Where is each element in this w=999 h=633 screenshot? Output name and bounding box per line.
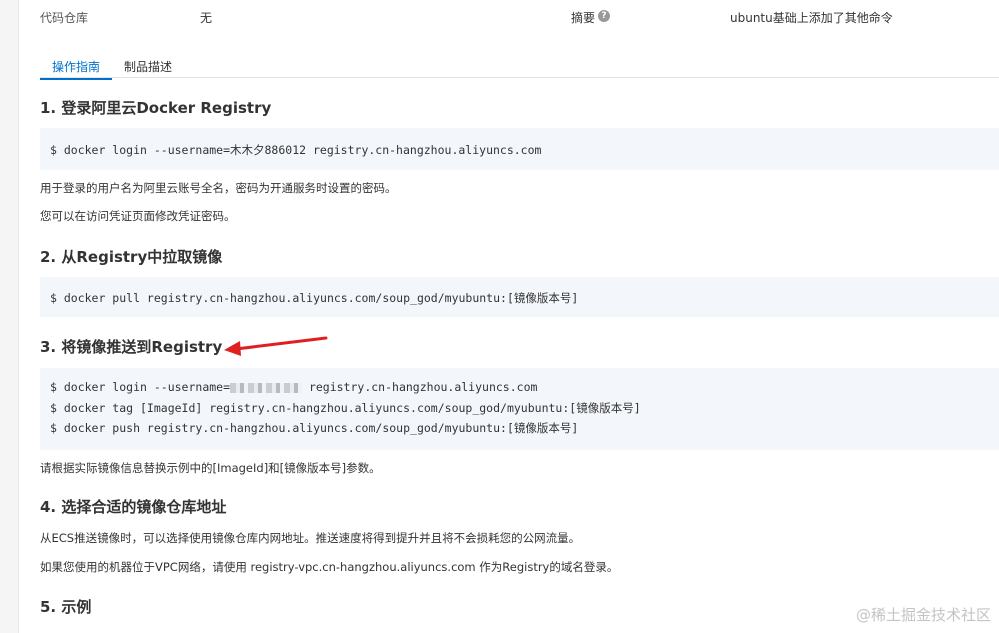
tab-bar: 操作指南 制品描述 [39,55,999,80]
watermark: @稀土掘金技术社区 [855,606,991,624]
code-prefix: $ docker login --username= [50,380,231,394]
code-block-pull: $ docker pull registry.cn-hangzhou.aliyu… [40,277,999,317]
help-icon[interactable]: ? [598,10,610,22]
section-2-title: 2. 从Registry中拉取镜像 [40,248,223,266]
left-rail [0,0,19,633]
note-text: 请根据实际镜像信息替换示例中的[ImageId]和[镜像版本号]参数。 [40,461,381,475]
tab-guide[interactable]: 操作指南 [39,58,113,80]
red-arrow-annotation [224,336,328,356]
section-4-title: 4. 选择合适的镜像仓库地址 [40,498,227,516]
info-row: 代码仓库 无 摘要 ? ubuntu基础上添加了其他命令 [40,9,999,29]
code-line: $ docker pull registry.cn-hangzhou.aliyu… [50,291,579,305]
section-3-title: 3. 将镜像推送到Registry [40,338,223,356]
redacted-username [230,382,303,393]
summary-value: ubuntu基础上添加了其他命令 [730,11,893,25]
tab-description[interactable]: 制品描述 [124,58,172,75]
section-1-title: 1. 登录阿里云Docker Registry [40,99,272,117]
note-text: 从ECS推送镜像时，可以选择使用镜像仓库内网地址。推送速度将得到提升并且将不会损… [40,531,581,545]
note-text: 如果您使用的机器位于VPC网络，请使用 registry-vpc.cn-hang… [40,560,619,574]
code-line: $ docker login --username=木木夕886012 regi… [50,143,542,157]
code-line: $ docker login --username= registry.cn-h… [50,380,537,394]
repo-value: 无 [200,11,213,25]
repo-label: 代码仓库 [40,11,89,25]
code-suffix: registry.cn-hangzhou.aliyuncs.com [302,380,538,394]
section-5-title: 5. 示例 [40,598,92,616]
note-text: 您可以在访问凭证页面修改凭证密码。 [40,209,236,223]
note-text: 用于登录的用户名为阿里云账号全名，密码为开通服务时设置的密码。 [40,181,397,195]
code-block-login: $ docker login --username=木木夕886012 regi… [40,128,999,170]
code-line: $ docker push registry.cn-hangzhou.aliyu… [50,421,579,435]
summary-label: 摘要 [571,11,596,25]
code-line: $ docker tag [ImageId] registry.cn-hangz… [50,401,641,415]
code-block-push: $ docker login --username= registry.cn-h… [40,368,999,450]
